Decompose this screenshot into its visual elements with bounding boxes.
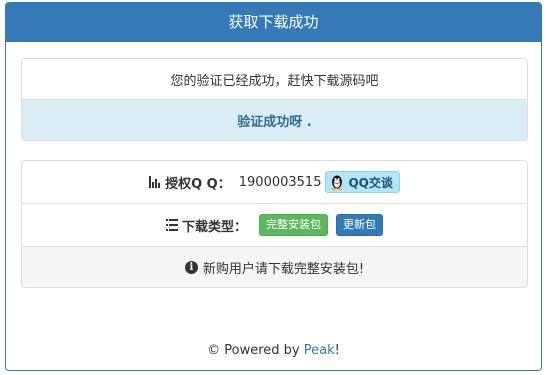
qq-chat-button-label: QQ交谈 xyxy=(348,175,393,190)
update-package-button[interactable]: 更新包 xyxy=(336,214,383,236)
verify-message: 您的验证已经成功，赶快下载源码吧 xyxy=(22,59,527,100)
footer-prefix: © Powered by xyxy=(207,343,304,358)
download-type-label-group: 下载类型： xyxy=(165,216,247,235)
notice-text: 新购用户请下载完整安装包! xyxy=(202,261,365,277)
footer-peak-link[interactable]: Peak xyxy=(304,343,335,358)
qq-label-group: 授权Q Q： xyxy=(149,173,231,192)
qq-row: 授权Q Q： 1900003515 QQ交谈 xyxy=(22,161,527,204)
verify-list: 您的验证已经成功，赶快下载源码吧 验证成功呀 . xyxy=(21,58,528,141)
qq-penguin-icon xyxy=(332,175,343,190)
qq-chat-button[interactable]: QQ交谈 xyxy=(325,171,400,193)
footer: © Powered by Peak! xyxy=(6,343,541,358)
qq-label: 授权Q Q： xyxy=(165,176,231,192)
full-package-button[interactable]: 完整安装包 xyxy=(259,214,328,236)
download-list: 授权Q Q： 1900003515 QQ交谈 下载类型： 完整安装包 更新包 i… xyxy=(21,160,528,288)
download-type-row: 下载类型： 完整安装包 更新包 xyxy=(22,204,527,247)
notice-row: i 新购用户请下载完整安装包! xyxy=(22,247,527,287)
list-icon xyxy=(165,219,178,231)
download-panel: 获取下载成功 您的验证已经成功，赶快下载源码吧 验证成功呀 . 授权Q Q： 1… xyxy=(5,2,542,371)
bar-chart-icon xyxy=(149,176,161,188)
download-type-label: 下载类型： xyxy=(181,219,247,235)
qq-number: 1900003515 xyxy=(238,174,322,190)
verify-success-banner: 验证成功呀 . xyxy=(22,100,527,140)
info-circle-icon: i xyxy=(184,260,198,274)
footer-suffix: ! xyxy=(334,343,340,358)
panel-title: 获取下载成功 xyxy=(6,3,541,42)
